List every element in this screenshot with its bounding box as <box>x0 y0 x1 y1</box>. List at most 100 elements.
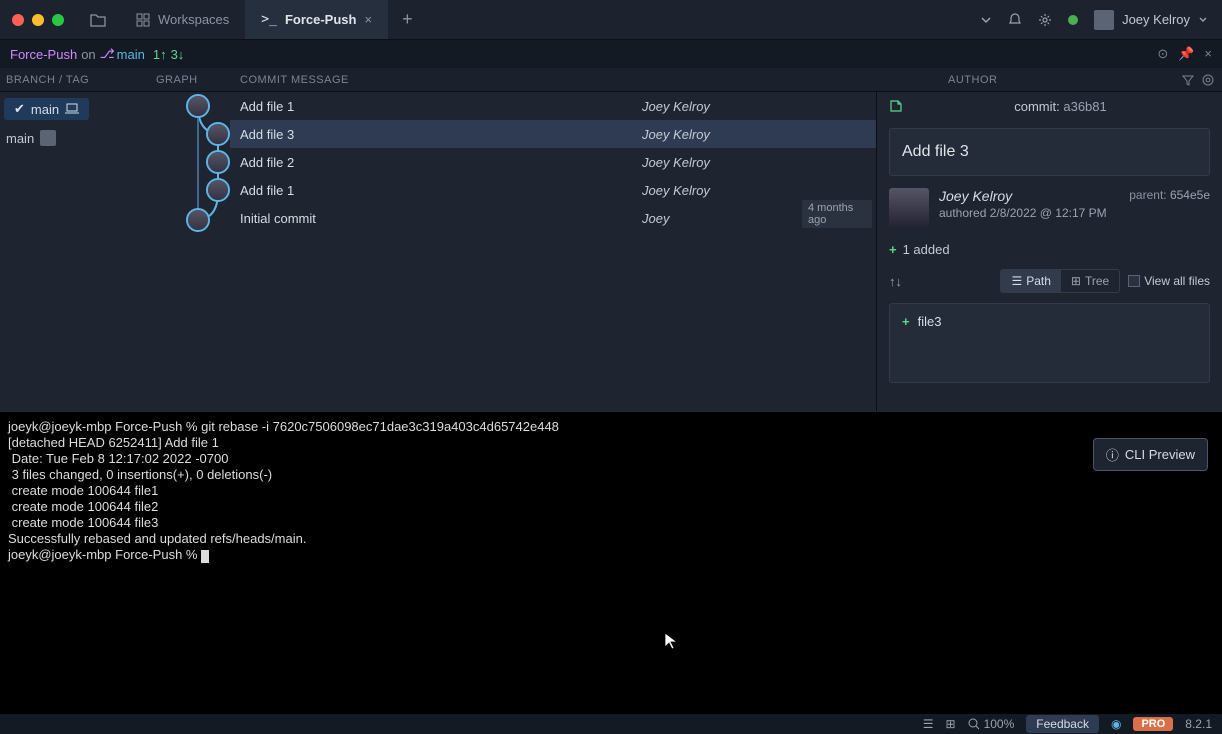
col-graph: GRAPH <box>150 74 230 86</box>
pro-badge: PRO <box>1133 717 1173 731</box>
commit-row[interactable]: Initial commit Joey <box>230 204 876 232</box>
avatar-icon <box>40 130 56 146</box>
repobar-actions: ⊙ 📌 × <box>1157 46 1212 62</box>
commit-row[interactable]: Add file 1 Joey Kelroy <box>230 176 876 204</box>
author-name: Joey Kelroy <box>939 188 1119 204</box>
minimize-window-button[interactable] <box>32 14 44 26</box>
commit-message-box: Add file 3 <box>889 128 1210 176</box>
view-segment: ☰ Path ⊞ Tree <box>1000 269 1120 293</box>
plus-icon: + <box>889 242 897 257</box>
new-tab-button[interactable]: + <box>388 9 427 30</box>
user-avatar <box>1094 10 1114 30</box>
repo-name[interactable]: Force-Push <box>10 47 77 62</box>
zoom-control[interactable]: 100% <box>968 717 1015 731</box>
commit-msg: Add file 2 <box>230 155 642 170</box>
feedback-button[interactable]: Feedback <box>1026 715 1099 733</box>
added-count: 1 added <box>903 242 950 257</box>
parent-hash[interactable]: 654e5e <box>1170 188 1210 202</box>
viewall-label: View all files <box>1144 274 1210 288</box>
graph-column <box>150 92 230 412</box>
commit-detail-panel: commit: a36b81 Add file 3 Joey Kelroy au… <box>876 92 1222 412</box>
tab-repo-label: Force-Push <box>285 12 357 27</box>
branch-local-main[interactable]: main <box>0 124 62 152</box>
tab-strip: Workspaces >_ Force-Push × + <box>120 0 427 39</box>
cli-preview-label: CLI Preview <box>1125 447 1195 462</box>
commit-node[interactable] <box>186 208 210 232</box>
terminal-panel[interactable]: joeyk@joeyk-mbp Force-Push % git rebase … <box>0 412 1222 714</box>
commit-author: Joey Kelroy <box>642 155 876 170</box>
terminal-icon: >_ <box>261 12 277 27</box>
tab-workspaces[interactable]: Workspaces <box>120 0 245 39</box>
filter-icon[interactable] <box>1182 74 1194 86</box>
checkbox[interactable] <box>1128 275 1140 287</box>
commit-rows: Add file 1 Joey Kelroy Add file 3 Joey K… <box>230 92 876 412</box>
file-toolbar: ↑↓ ☰ Path ⊞ Tree View all files <box>877 263 1222 299</box>
behind-count: 3↓ <box>171 47 185 62</box>
zoom-value: 100% <box>984 717 1015 731</box>
files-summary: + 1 added <box>877 236 1222 263</box>
tree-view-button[interactable]: ⊞ Tree <box>1061 270 1119 292</box>
close-window-button[interactable] <box>12 14 24 26</box>
view-all-files[interactable]: View all files <box>1128 274 1210 288</box>
detail-title: commit: a36b81 <box>911 99 1210 114</box>
sync-icon[interactable]: ◉ <box>1111 717 1121 731</box>
commit-msg: Add file 1 <box>230 99 642 114</box>
search-icon <box>968 718 980 730</box>
date-value: 2/8/2022 @ 12:17 PM <box>990 206 1107 220</box>
repo-on-label: on <box>81 47 95 62</box>
path-label: Path <box>1026 274 1051 288</box>
branch-remote-main[interactable]: ✔ main <box>4 98 89 120</box>
gear-icon[interactable] <box>1038 13 1052 27</box>
commit-node[interactable] <box>206 178 230 202</box>
chevron-down-icon[interactable] <box>980 14 992 26</box>
file-row[interactable]: + file3 <box>902 314 1197 329</box>
tab-repo[interactable]: >_ Force-Push × <box>245 0 388 39</box>
file-name: file3 <box>918 314 942 329</box>
authored-label: authored <box>939 206 986 220</box>
commit-label: commit: <box>1014 99 1060 114</box>
folder-icon[interactable] <box>76 13 120 27</box>
checkout-icon[interactable] <box>889 99 903 113</box>
bell-icon[interactable] <box>1008 13 1022 27</box>
tree-icon: ⊞ <box>1071 274 1081 288</box>
branch-icon: ⎇ <box>100 46 115 62</box>
commit-row[interactable]: Add file 2 Joey Kelroy <box>230 148 876 176</box>
author-date: authored 2/8/2022 @ 12:17 PM <box>939 206 1119 220</box>
settings-icon[interactable] <box>1202 74 1214 86</box>
branch-remote-label: main <box>31 102 59 117</box>
target-icon[interactable]: ⊙ <box>1157 46 1168 62</box>
gift-icon[interactable]: ⊞ <box>946 717 956 731</box>
user-menu[interactable]: Joey Kelroy <box>1094 10 1208 30</box>
commit-msg: Add file 3 <box>230 127 642 142</box>
terminal-cursor <box>201 550 209 563</box>
author-box: Joey Kelroy authored 2/8/2022 @ 12:17 PM… <box>877 184 1222 236</box>
parent-info: parent: 654e5e <box>1129 188 1210 202</box>
commit-hash[interactable]: a36b81 <box>1063 99 1106 114</box>
parent-label: parent: <box>1129 188 1166 202</box>
title-bar: Workspaces >_ Force-Push × + Joey Kelroy <box>0 0 1222 40</box>
chevron-down-icon <box>1198 15 1208 25</box>
file-list: + file3 <box>889 303 1210 383</box>
maximize-window-button[interactable] <box>52 14 64 26</box>
commit-row[interactable]: Add file 3 Joey Kelroy <box>230 120 876 148</box>
branch-name[interactable]: main <box>117 47 145 62</box>
close-panel-icon[interactable]: × <box>1204 46 1212 62</box>
commit-node[interactable] <box>206 122 230 146</box>
cli-preview-button[interactable]: ⓘ CLI Preview <box>1093 438 1208 471</box>
commit-node[interactable] <box>186 94 210 118</box>
path-view-button[interactable]: ☰ Path <box>1001 270 1060 292</box>
ahead-count: 1↑ <box>153 47 167 62</box>
branch-sidebar: ✔ main main <box>0 92 150 412</box>
tab-close-icon[interactable]: × <box>364 12 372 27</box>
sort-icon[interactable]: ↑↓ <box>889 274 902 289</box>
detail-header: commit: a36b81 <box>877 92 1222 120</box>
info-icon: ⓘ <box>1106 445 1119 464</box>
commit-row[interactable]: Add file 1 Joey Kelroy <box>230 92 876 120</box>
list-icon[interactable]: ☰ <box>923 717 934 731</box>
commit-node[interactable] <box>206 150 230 174</box>
col-message: COMMIT MESSAGE <box>230 74 948 86</box>
commit-author: Joey Kelroy <box>642 127 876 142</box>
pin-icon[interactable]: 📌 <box>1178 46 1194 62</box>
workspaces-icon <box>136 13 150 27</box>
plus-icon: + <box>902 314 910 329</box>
